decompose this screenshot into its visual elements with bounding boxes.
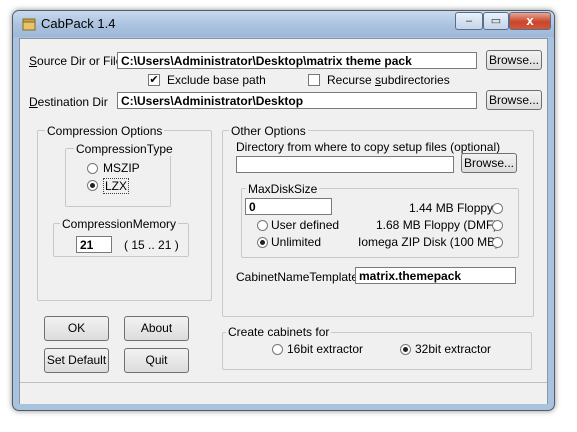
floppy-144-label: 1.44 MB Floppy — [409, 201, 494, 215]
unlimited-radio[interactable] — [257, 237, 268, 248]
maxdisksize-input[interactable]: 0 — [245, 198, 332, 215]
lzx-label: LZX — [103, 178, 130, 194]
floppy-168-label: 1.68 MB Floppy (DMF) — [376, 218, 498, 232]
32bit-extractor-radio[interactable] — [400, 344, 411, 355]
title-bar[interactable]: CabPack 1.4 – ▭ x — [13, 11, 554, 37]
zip-disk-label: Iomega ZIP Disk (100 MB) — [358, 235, 500, 249]
recurse-subdirectories-checkbox[interactable] — [308, 74, 320, 86]
user-defined-label: User defined — [271, 218, 340, 232]
minimize-button[interactable]: – — [455, 12, 483, 30]
16bit-extractor-label: 16bit extractor — [287, 342, 364, 356]
destination-browse-button[interactable]: Browse... — [486, 90, 542, 110]
setup-dir-input[interactable] — [236, 156, 454, 173]
mszip-radio[interactable] — [87, 163, 98, 174]
lzx-radio[interactable] — [87, 180, 98, 191]
source-path-input[interactable]: C:\Users\Administrator\Desktop\matrix th… — [117, 52, 477, 69]
close-button[interactable]: x — [509, 12, 551, 30]
cabinet-app-icon — [22, 18, 36, 31]
maximize-button[interactable]: ▭ — [483, 12, 509, 30]
user-defined-radio[interactable] — [257, 220, 268, 231]
compression-type-title: CompressionType — [74, 142, 175, 156]
16bit-extractor-radio[interactable] — [272, 344, 283, 355]
recurse-subdirectories-label: Recurse subdirectories — [327, 73, 450, 87]
compression-memory-title: CompressionMemory — [60, 217, 179, 231]
cabinet-name-template-input[interactable]: matrix.themepack — [355, 267, 516, 284]
zip-disk-radio[interactable] — [492, 237, 503, 248]
other-options-title: Other Options — [229, 124, 308, 138]
about-button[interactable]: About — [124, 316, 189, 341]
32bit-extractor-label: 32bit extractor — [415, 342, 492, 356]
ok-button[interactable]: OK — [44, 316, 109, 341]
unlimited-label: Unlimited — [271, 235, 322, 249]
floppy-144-radio[interactable] — [492, 203, 503, 214]
compression-memory-input[interactable]: 21 — [76, 236, 112, 253]
source-label: Source Dir or File — [29, 54, 123, 68]
exclude-base-path-label: Exclude base path — [167, 73, 266, 87]
app-window: CabPack 1.4 – ▭ x Source Dir or File C:\… — [12, 10, 555, 411]
compression-memory-range: ( 15 .. 21 ) — [124, 238, 179, 252]
setup-dir-label: Directory from where to copy setup files… — [236, 140, 501, 154]
create-cabinets-title: Create cabinets for — [226, 325, 332, 339]
source-browse-button[interactable]: Browse... — [486, 50, 542, 70]
set-default-button[interactable]: Set Default — [44, 348, 109, 373]
mszip-label: MSZIP — [103, 161, 140, 175]
compression-options-title: Compression Options — [45, 124, 165, 138]
exclude-base-path-checkbox[interactable]: ✔ — [148, 74, 160, 86]
dialog-body: Source Dir or File C:\Users\Administrato… — [19, 38, 548, 404]
destination-path-input[interactable]: C:\Users\Administrator\Desktop — [117, 92, 477, 109]
setup-dir-browse-button[interactable]: Browse... — [461, 153, 517, 173]
cabinet-name-template-label: CabinetNameTemplate — [236, 270, 359, 284]
destination-label: Destination Dir — [29, 95, 108, 109]
maxdisksize-title: MaxDiskSize — [246, 182, 320, 196]
floppy-168-radio[interactable] — [492, 220, 503, 231]
window-title: CabPack 1.4 — [41, 16, 116, 31]
status-bar — [20, 382, 547, 404]
quit-button[interactable]: Quit — [124, 348, 189, 373]
